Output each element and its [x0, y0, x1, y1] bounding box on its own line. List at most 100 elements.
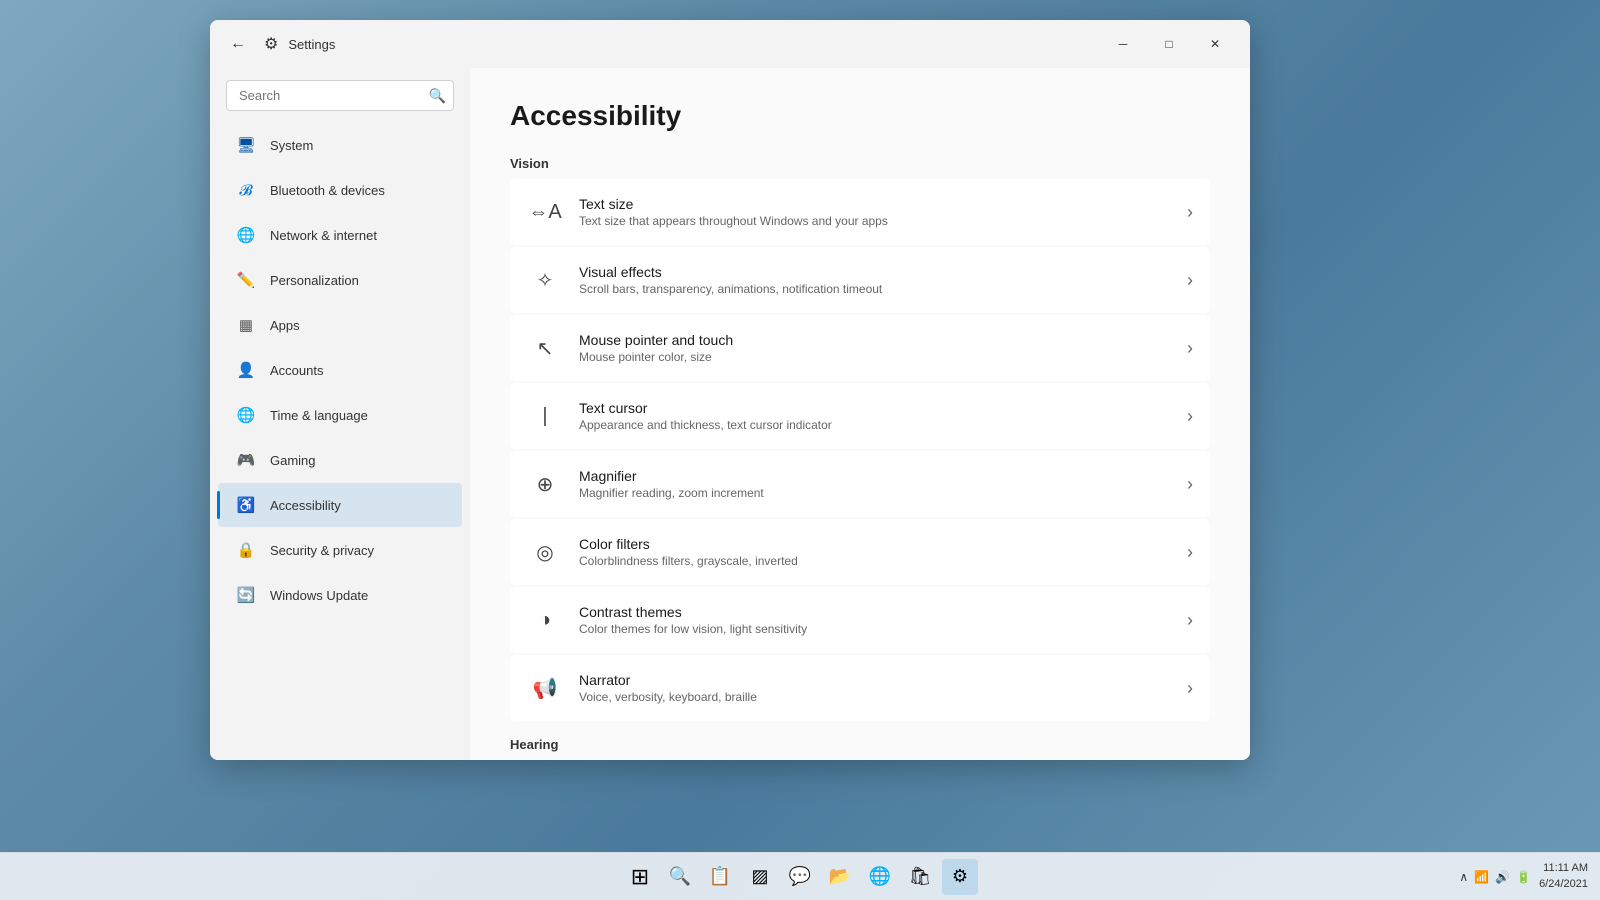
text-size-title: Text size — [579, 196, 1171, 212]
back-icon: ← — [230, 35, 246, 53]
visual-effects-title: Visual effects — [579, 264, 1171, 280]
settings-taskbar-button[interactable]: ⚙ — [942, 859, 978, 895]
color-filters-title: Color filters — [579, 536, 1171, 552]
sidebar-item-label-gaming: Gaming — [270, 453, 316, 468]
settings-item-mouse-pointer[interactable]: ↖ Mouse pointer and touch Mouse pointer co… — [510, 315, 1210, 381]
sidebar-item-label-update: Windows Update — [270, 588, 368, 603]
narrator-subtitle: Voice, verbosity, keyboard, braille — [579, 690, 1171, 704]
settings-item-visual-effects[interactable]: ✧ Visual effectsScroll bars, transparency… — [510, 247, 1210, 313]
sidebar-item-apps[interactable]: ▦Apps — [218, 303, 462, 347]
network-nav-icon: 🌐 — [234, 223, 258, 247]
wifi-icon: 📶 — [1474, 870, 1489, 884]
text-size-chevron-icon: › — [1187, 202, 1193, 223]
sidebar-item-update[interactable]: 🔄 Windows Update — [218, 573, 462, 617]
mouse-pointer-title: Mouse pointer and touch — [579, 332, 1171, 348]
narrator-title: Narrator — [579, 672, 1171, 688]
settings-item-color-filters[interactable]: ◎ Color filters Colorblindness filters, gr… — [510, 519, 1210, 585]
mouse-pointer-icon: ↖ — [527, 330, 563, 366]
sidebar-item-time[interactable]: 🌐Time & language — [218, 393, 462, 437]
sidebar-item-accounts[interactable]: 👤 Accounts — [218, 348, 462, 392]
mouse-pointer-chevron-icon: › — [1187, 338, 1193, 359]
settings-window: ← ⚙ Settings ─ □ ✕ 🔍 🖥System𝓑Bluetooth &… — [210, 20, 1250, 760]
text-cursor-subtitle: Appearance and thickness, text cursor in… — [579, 418, 1171, 432]
sidebar-item-label-accounts: Accounts — [270, 363, 323, 378]
system-nav-icon: 🖥 — [234, 133, 258, 157]
search-box: 🔍 — [226, 80, 454, 111]
widgets-button[interactable]: ▨ — [742, 859, 778, 895]
mouse-pointer-text: Mouse pointer and touch Mouse pointer col… — [579, 332, 1171, 364]
color-filters-icon: ◎ — [527, 534, 563, 570]
start-button[interactable]: ⊞ — [622, 859, 658, 895]
magnifier-text: Magnifier Magnifier reading, zoom increme… — [579, 468, 1171, 500]
explorer-button[interactable]: 📂 — [822, 859, 858, 895]
mouse-pointer-subtitle: Mouse pointer color, size — [579, 350, 1171, 364]
sidebar: 🔍 🖥System𝓑Bluetooth & devices🌐Network & … — [210, 68, 470, 760]
close-button[interactable]: ✕ — [1192, 28, 1238, 60]
sidebar-item-accessibility[interactable]: ♿ Accessibility — [218, 483, 462, 527]
search-taskbar-button[interactable]: 🔍 — [662, 859, 698, 895]
sidebar-item-personalization[interactable]: ✏️Personalization — [218, 258, 462, 302]
titlebar-controls: ─ □ ✕ — [1100, 28, 1238, 60]
search-input[interactable] — [226, 80, 454, 111]
settings-item-magnifier[interactable]: ⊕ Magnifier Magnifier reading, zoom increm… — [510, 451, 1210, 517]
settings-list: ⇔AText sizeText size that appears throug… — [510, 179, 1210, 721]
taskbar-right: ∧ 📶 🔊 🔋 11:11 AM 6/24/2021 — [1459, 861, 1588, 892]
visual-effects-chevron-icon: › — [1187, 270, 1193, 291]
store-button[interactable]: 🛍 — [902, 859, 938, 895]
maximize-button[interactable]: □ — [1146, 28, 1192, 60]
narrator-icon: 📢 — [527, 670, 563, 706]
visual-effects-text: Visual effectsScroll bars, transparency,… — [579, 264, 1171, 296]
chat-button[interactable]: 💬 — [782, 859, 818, 895]
color-filters-subtitle: Colorblindness filters, grayscale, inver… — [579, 554, 1171, 568]
magnifier-chevron-icon: › — [1187, 474, 1193, 495]
vision-section-title: Vision — [510, 156, 1210, 171]
clock-date: 6/24/2021 — [1539, 877, 1588, 892]
narrator-text: Narrator Voice, verbosity, keyboard, brai… — [579, 672, 1171, 704]
titlebar-left: ← ⚙ Settings — [222, 28, 1100, 60]
visual-effects-icon: ✧ — [527, 262, 563, 298]
sidebar-item-security[interactable]: 🔒 Security & privacy — [218, 528, 462, 572]
search-icon-button[interactable]: 🔍 — [429, 87, 446, 104]
sidebar-item-label-security: Security & privacy — [270, 543, 374, 558]
sidebar-item-network[interactable]: 🌐Network & internet — [218, 213, 462, 257]
sidebar-item-label-bluetooth: Bluetooth & devices — [270, 183, 385, 198]
narrator-chevron-icon: › — [1187, 678, 1193, 699]
clock[interactable]: 11:11 AM 6/24/2021 — [1539, 861, 1588, 892]
sidebar-item-label-personalization: Personalization — [270, 273, 359, 288]
security-nav-icon: 🔒 — [234, 538, 258, 562]
battery-icon: 🔋 — [1516, 870, 1531, 884]
sidebar-item-label-time: Time & language — [270, 408, 368, 423]
sidebar-item-system[interactable]: 🖥System — [218, 123, 462, 167]
edge-button[interactable]: 🌐 — [862, 859, 898, 895]
sidebar-item-bluetooth[interactable]: 𝓑Bluetooth & devices — [218, 168, 462, 212]
hearing-section-title: Hearing — [510, 737, 1210, 752]
sidebar-item-gaming[interactable]: 🎮 Gaming — [218, 438, 462, 482]
sidebar-item-label-apps: Apps — [270, 318, 300, 333]
magnifier-subtitle: Magnifier reading, zoom increment — [579, 486, 1171, 500]
text-size-text: Text size Text size that appears througho… — [579, 196, 1171, 228]
magnifier-title: Magnifier — [579, 468, 1171, 484]
back-button[interactable]: ← — [222, 28, 254, 60]
accounts-nav-icon: 👤 — [234, 358, 258, 382]
taskview-button[interactable]: 📋 — [702, 859, 738, 895]
accessibility-nav-icon: ♿ — [234, 493, 258, 517]
magnifier-icon: ⊕ — [527, 466, 563, 502]
text-cursor-text: Text cursorAppearance and thickness, tex… — [579, 400, 1171, 432]
color-filters-text: Color filters Colorblindness filters, gra… — [579, 536, 1171, 568]
contrast-themes-subtitle: Color themes for low vision, light sensi… — [579, 622, 1171, 636]
titlebar: ← ⚙ Settings ─ □ ✕ — [210, 20, 1250, 68]
contrast-themes-text: Contrast themesColor themes for low visi… — [579, 604, 1171, 636]
sidebar-item-label-accessibility: Accessibility — [270, 498, 341, 513]
settings-item-text-size[interactable]: ⇔AText sizeText size that appears throug… — [510, 179, 1210, 245]
settings-gear-icon: ⚙ — [264, 34, 278, 54]
contrast-themes-chevron-icon: › — [1187, 610, 1193, 631]
gaming-nav-icon: 🎮 — [234, 448, 258, 472]
settings-item-text-cursor[interactable]: |Text cursorAppearance and thickness, te… — [510, 383, 1210, 449]
update-nav-icon: 🔄 — [234, 583, 258, 607]
text-size-subtitle: Text size that appears throughout Window… — [579, 214, 1171, 228]
expand-tray-icon[interactable]: ∧ — [1459, 870, 1468, 884]
minimize-button[interactable]: ─ — [1100, 28, 1146, 60]
content-area[interactable]: Accessibility Vision ⇔AText sizeText siz… — [470, 68, 1250, 760]
settings-item-contrast-themes[interactable]: ◑Contrast themesColor themes for low vis… — [510, 587, 1210, 653]
settings-item-narrator[interactable]: 📢 Narrator Voice, verbosity, keyboard, bra… — [510, 655, 1210, 721]
